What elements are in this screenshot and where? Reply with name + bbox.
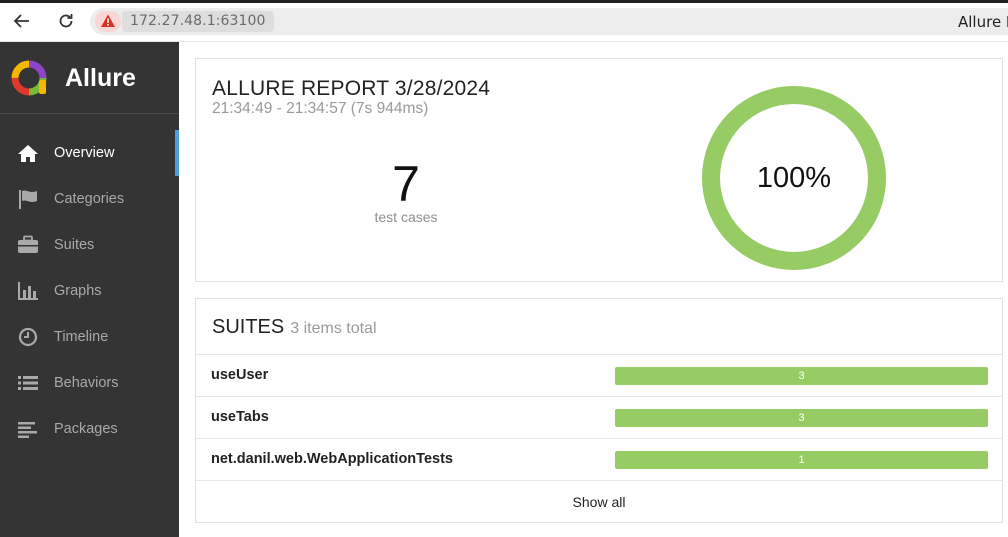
brand-name: Allure [65,64,136,92]
allure-logo-icon [11,60,47,96]
not-secure-warning-icon[interactable] [95,11,121,32]
briefcase-icon [18,235,38,253]
browser-toolbar: 172.27.48.1:63100 Allure R [0,0,1008,42]
sidebar-item-label: Behaviors [54,375,119,391]
suite-row[interactable]: useTabs 3 [196,397,1002,439]
suite-passed-bar: 3 [615,409,988,427]
pass-rate-label: 100% [756,161,832,194]
sidebar-item-timeline[interactable]: Timeline [0,314,179,360]
suites-widget: SUITES 3 items total useUser 3 useTabs 3 … [195,298,1003,523]
align-left-icon [18,422,37,438]
sidebar-item-graphs[interactable]: Graphs [0,268,179,314]
sidebar-item-behaviors[interactable]: Behaviors [0,360,179,406]
sidebar-item-label: Categories [54,191,125,207]
suite-row[interactable]: useUser 3 [196,355,1002,397]
sidebar-item-categories[interactable]: Categories [0,176,179,222]
sidebar: Allure Overview Categories Suites Graphs… [0,42,179,537]
suite-name: net.danil.web.WebApplicationTests [211,451,453,467]
suites-header: SUITES 3 items total [196,299,1002,355]
suite-name: useUser [211,367,269,383]
reload-icon[interactable] [56,11,76,31]
window-top-border [0,0,1008,3]
report-time-range: 21:34:49 - 21:34:57 (7s 944ms) [212,100,429,117]
suite-passed-bar: 1 [615,451,988,469]
sidebar-item-packages[interactable]: Packages [0,406,179,452]
test-case-count: 7 [392,156,420,212]
sidebar-item-label: Timeline [54,329,109,345]
sidebar-item-overview[interactable]: Overview [0,130,179,176]
sidebar-item-suites[interactable]: Suites [0,222,179,268]
clock-icon [18,327,38,347]
bar-chart-icon [18,282,38,300]
url-text[interactable]: 172.27.48.1:63100 [122,11,274,32]
sidebar-item-label: Overview [54,145,115,161]
suite-name: useTabs [211,409,269,425]
suites-title: SUITES 3 items total [212,316,377,339]
report-title: ALLURE REPORT 3/28/2024 [212,77,491,100]
suite-passed-bar: 3 [615,367,988,385]
sidebar-item-label: Graphs [54,283,102,299]
page-title-partial: Allure R [958,13,1008,31]
test-case-label: test cases [374,209,438,225]
suites-title-text: SUITES [212,316,285,338]
suite-row[interactable]: net.danil.web.WebApplicationTests 1 [196,439,1002,481]
sidebar-item-label: Suites [54,237,95,253]
list-icon [18,376,38,390]
back-arrow-icon[interactable] [12,11,32,31]
summary-widget: ALLURE REPORT 3/28/2024 21:34:49 - 21:34… [195,58,1003,282]
brand-header[interactable]: Allure [0,42,179,114]
sidebar-item-label: Packages [54,421,118,437]
suites-count: 3 items total [290,320,377,337]
home-icon [18,145,38,162]
flag-icon [19,190,37,209]
main-content: ALLURE REPORT 3/28/2024 21:34:49 - 21:34… [179,42,1008,537]
show-all-link[interactable]: Show all [196,481,1002,523]
address-bar[interactable]: 172.27.48.1:63100 [90,8,1008,35]
